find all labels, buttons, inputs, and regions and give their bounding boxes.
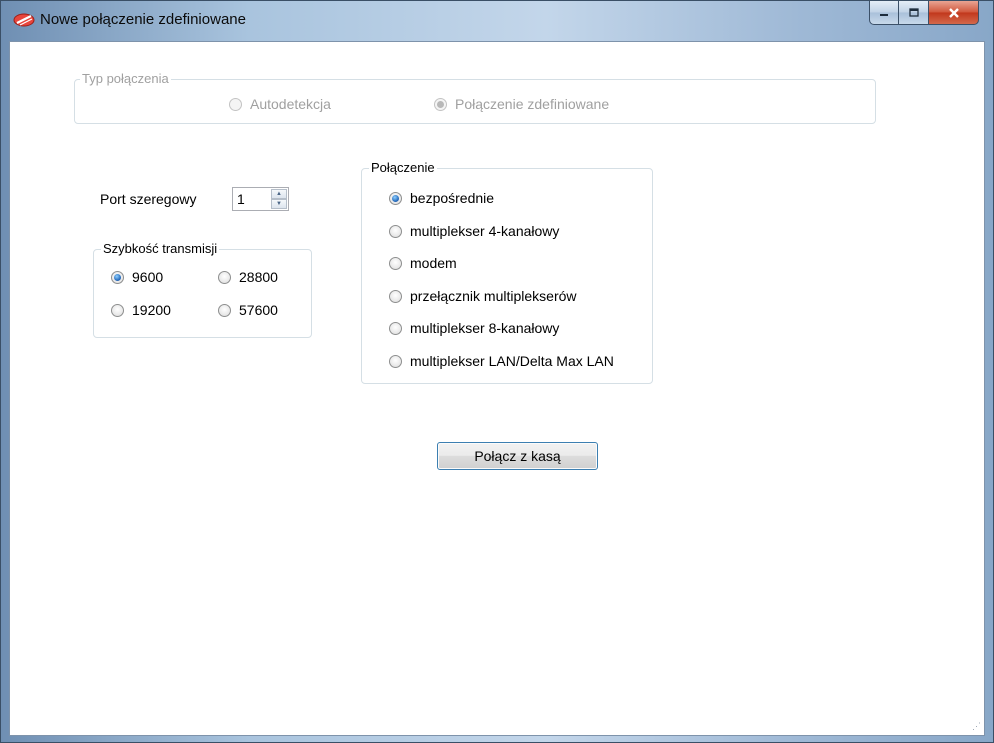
radio-baud-9600-circle <box>111 270 124 284</box>
close-icon <box>948 7 959 18</box>
radio-autodetection-circle <box>229 97 242 111</box>
radio-mux-8ch-label: multiplekser 8-kanałowy <box>410 320 560 336</box>
radio-mux-switch-label: przełącznik multiplekserów <box>410 288 577 304</box>
radio-autodetection-label: Autodetekcja <box>250 96 331 112</box>
radio-mux-lan-label: multiplekser LAN/Delta Max LAN <box>410 353 614 369</box>
minimize-icon <box>880 13 888 16</box>
radio-modem-label: modem <box>410 255 457 271</box>
spin-down-button[interactable]: ▼ <box>271 199 287 209</box>
serial-port-label: Port szeregowy <box>100 191 197 207</box>
arrow-down-icon: ▼ <box>276 201 282 207</box>
radio-mux-switch-circle <box>389 289 402 303</box>
radio-mux-lan[interactable]: multiplekser LAN/Delta Max LAN <box>389 353 614 369</box>
close-button[interactable] <box>929 1 979 25</box>
radio-modem-circle <box>389 256 402 270</box>
radio-direct-circle <box>389 191 402 205</box>
serial-port-spinner[interactable]: 1 ▲ ▼ <box>232 187 289 211</box>
radio-defined-connection[interactable]: Połączenie zdefiniowane <box>434 96 609 112</box>
minimize-button[interactable] <box>869 1 899 25</box>
radio-baud-19200[interactable]: 19200 <box>111 302 171 318</box>
radio-mux-switch[interactable]: przełącznik multiplekserów <box>389 288 577 304</box>
maximize-button[interactable] <box>899 1 929 25</box>
radio-baud-28800-label: 28800 <box>239 269 278 285</box>
window-title: Nowe połączenie zdefiniowane <box>40 11 246 28</box>
connect-button[interactable]: Połącz z kasą <box>437 442 598 470</box>
radio-defined-connection-label: Połączenie zdefiniowane <box>455 96 610 112</box>
radio-baud-9600-label: 9600 <box>132 269 164 285</box>
spinner-buttons: ▲ ▼ <box>271 189 287 209</box>
app-window: Nowe połączenie zdefiniowane Typ połącze… <box>0 0 994 743</box>
radio-baud-19200-circle <box>111 303 124 317</box>
baud-rate-legend: Szybkość transmisji <box>101 241 220 257</box>
radio-mux-8ch[interactable]: multiplekser 8-kanałowy <box>389 320 559 336</box>
arrow-up-icon: ▲ <box>276 191 282 197</box>
serial-port-value[interactable]: 1 <box>237 191 245 207</box>
radio-baud-57600-circle <box>218 303 231 317</box>
radio-autodetection[interactable]: Autodetekcja <box>229 96 331 112</box>
connection-type-legend: Typ połączenia <box>80 71 171 87</box>
connection-legend: Połączenie <box>369 160 437 176</box>
radio-mux-8ch-circle <box>389 321 402 335</box>
radio-mux-4ch[interactable]: multiplekser 4-kanałowy <box>389 223 559 239</box>
app-logo-icon <box>13 13 35 27</box>
radio-direct-label: bezpośrednie <box>410 190 495 206</box>
radio-mux-lan-circle <box>389 354 402 368</box>
radio-modem[interactable]: modem <box>389 255 457 271</box>
spin-up-button[interactable]: ▲ <box>271 189 287 199</box>
resize-grip-icon[interactable]: ⋰ <box>972 721 981 732</box>
window-controls <box>869 1 979 25</box>
radio-mux-4ch-label: multiplekser 4-kanałowy <box>410 223 560 239</box>
radio-direct[interactable]: bezpośrednie <box>389 190 494 206</box>
radio-baud-57600[interactable]: 57600 <box>218 302 278 318</box>
radio-baud-9600[interactable]: 9600 <box>111 269 163 285</box>
maximize-icon <box>908 7 919 17</box>
radio-baud-19200-label: 19200 <box>132 302 171 318</box>
radio-mux-4ch-circle <box>389 224 402 238</box>
radio-baud-28800[interactable]: 28800 <box>218 269 278 285</box>
radio-baud-57600-label: 57600 <box>239 302 278 318</box>
baud-rate-group <box>93 249 312 338</box>
dialog-body: Typ połączenia Autodetekcja Połączenie z… <box>9 41 985 736</box>
title-bar[interactable]: Nowe połączenie zdefiniowane <box>1 1 993 41</box>
radio-baud-28800-circle <box>218 270 231 284</box>
radio-defined-connection-circle <box>434 97 447 111</box>
